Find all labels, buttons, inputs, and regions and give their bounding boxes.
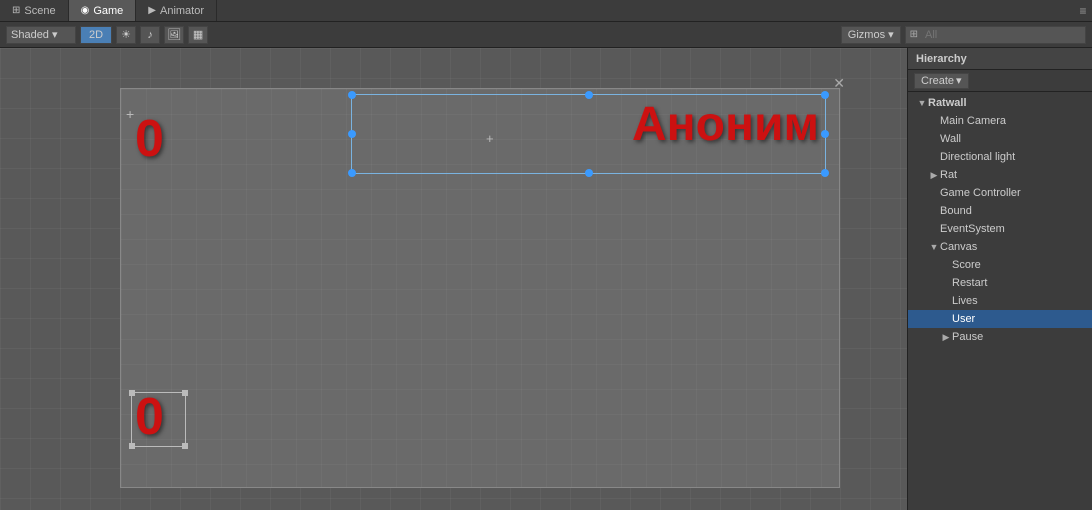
scene-toolbar: Shaded ▾ 2D ☀ ♪ 🖼 ▦ Gizmos ▾ ⊞ bbox=[0, 22, 1092, 48]
handle-middle-right[interactable] bbox=[821, 130, 829, 138]
handle-top-left[interactable] bbox=[348, 91, 356, 99]
tree-item-score[interactable]: Score bbox=[908, 256, 1092, 274]
game-content-area: 0 Аноним ✕ + 0 bbox=[120, 88, 840, 488]
collapse-button[interactable]: ≡ bbox=[1074, 0, 1092, 21]
ratwall-label: Ratwall bbox=[928, 97, 967, 109]
handle-top-right[interactable] bbox=[821, 91, 829, 99]
pause-label: Pause bbox=[952, 331, 983, 343]
small-selection-box[interactable] bbox=[131, 392, 186, 447]
small-handle-tr[interactable] bbox=[182, 390, 188, 396]
tab-bar: ⊞ Scene ◉ Game ▶ Animator ≡ bbox=[0, 0, 1092, 22]
shading-arrow: ▾ bbox=[52, 28, 58, 41]
handle-top-middle[interactable] bbox=[585, 91, 593, 99]
hierarchy-header: Hierarchy bbox=[908, 48, 1092, 70]
hierarchy-title: Hierarchy bbox=[916, 53, 967, 65]
search-container: ⊞ bbox=[905, 26, 1086, 44]
game-controller-label: Game Controller bbox=[940, 187, 1021, 199]
tree-item-event-system[interactable]: EventSystem bbox=[908, 220, 1092, 238]
scene-tab-icon: ⊞ bbox=[12, 5, 20, 16]
gizmos-dropdown[interactable]: Gizmos ▾ bbox=[841, 26, 901, 44]
create-button[interactable]: Create ▾ bbox=[914, 73, 969, 89]
selection-box[interactable]: ✕ bbox=[351, 94, 826, 174]
tree-item-game-controller[interactable]: Game Controller bbox=[908, 184, 1092, 202]
effects-toggle-button[interactable]: 🖼 bbox=[164, 26, 184, 44]
handle-bottom-left[interactable] bbox=[348, 169, 356, 177]
tree-item-ratwall[interactable]: ▼ Ratwall bbox=[908, 94, 1092, 112]
tree-item-lives[interactable]: Lives bbox=[908, 292, 1092, 310]
gizmos-label: Gizmos bbox=[848, 29, 885, 41]
rat-arrow: ▶ bbox=[928, 170, 940, 181]
game-tab-label: Game bbox=[93, 5, 123, 17]
pivot-cross: + bbox=[486, 131, 494, 146]
small-handle-bl[interactable] bbox=[129, 443, 135, 449]
animator-tab-icon: ▶ bbox=[148, 5, 156, 16]
restart-label: Restart bbox=[952, 277, 987, 289]
directional-light-label: Directional light bbox=[940, 151, 1015, 163]
hierarchy-toolbar: Create ▾ bbox=[908, 70, 1092, 92]
tree-item-restart[interactable]: Restart bbox=[908, 274, 1092, 292]
tree-item-directional-light[interactable]: Directional light bbox=[908, 148, 1092, 166]
scene-tab-label: Scene bbox=[24, 5, 55, 17]
animator-tab-label: Animator bbox=[160, 5, 204, 17]
canvas-label: Canvas bbox=[940, 241, 977, 253]
tree-item-main-camera[interactable]: Main Camera bbox=[908, 112, 1092, 130]
tab-animator[interactable]: ▶ Animator bbox=[136, 0, 217, 21]
2d-label: 2D bbox=[89, 29, 103, 41]
hierarchy-panel: Hierarchy Create ▾ ▼ Ratwall Main Camera… bbox=[907, 48, 1092, 510]
tree-item-pause[interactable]: ▶ Pause bbox=[908, 328, 1092, 346]
tree-item-user[interactable]: User bbox=[908, 310, 1092, 328]
small-handle-tl[interactable] bbox=[129, 390, 135, 396]
tree-item-canvas[interactable]: ▼ Canvas bbox=[908, 238, 1092, 256]
canvas-arrow: ▼ bbox=[928, 242, 940, 252]
create-label: Create bbox=[921, 75, 954, 87]
tree-item-wall[interactable]: Wall bbox=[908, 130, 1092, 148]
audio-toggle-button[interactable]: ♪ bbox=[140, 26, 160, 44]
bound-label: Bound bbox=[940, 205, 972, 217]
shading-dropdown[interactable]: Shaded ▾ bbox=[6, 26, 76, 44]
handle-bottom-middle[interactable] bbox=[585, 169, 593, 177]
tree-item-bound[interactable]: Bound bbox=[908, 202, 1092, 220]
hierarchy-tree: ▼ Ratwall Main Camera Wall Directional l… bbox=[908, 92, 1092, 510]
search-input[interactable] bbox=[921, 26, 1081, 44]
tab-scene[interactable]: ⊞ Scene bbox=[0, 0, 69, 21]
move-widget: + bbox=[126, 106, 134, 122]
handle-middle-left[interactable] bbox=[348, 130, 356, 138]
tree-item-rat[interactable]: ▶ Rat bbox=[908, 166, 1092, 184]
tab-game[interactable]: ◉ Game bbox=[69, 0, 137, 21]
game-tab-icon: ◉ bbox=[81, 5, 90, 16]
small-handle-br[interactable] bbox=[182, 443, 188, 449]
gizmos-arrow: ▾ bbox=[888, 28, 894, 41]
event-system-label: EventSystem bbox=[940, 223, 1005, 235]
score-label: Score bbox=[952, 259, 981, 271]
wall-label: Wall bbox=[940, 133, 961, 145]
scene-viewport[interactable]: 0 Аноним ✕ + 0 bbox=[0, 48, 907, 510]
search-prefix-icon: ⊞ bbox=[910, 29, 918, 40]
score-top-label: 0 bbox=[135, 109, 164, 169]
shading-label: Shaded bbox=[11, 29, 49, 41]
main-area: 0 Аноним ✕ + 0 bbox=[0, 48, 1092, 510]
user-label: User bbox=[952, 313, 975, 325]
light-toggle-button[interactable]: ☀ bbox=[116, 26, 136, 44]
2d-button[interactable]: 2D bbox=[80, 26, 112, 44]
ratwall-arrow: ▼ bbox=[916, 98, 928, 108]
overlay-toggle-button[interactable]: ▦ bbox=[188, 26, 208, 44]
main-camera-label: Main Camera bbox=[940, 115, 1006, 127]
pause-arrow: ▶ bbox=[940, 332, 952, 343]
handle-bottom-right[interactable] bbox=[821, 169, 829, 177]
create-arrow: ▾ bbox=[956, 74, 962, 87]
rotate-handle[interactable]: ✕ bbox=[833, 75, 845, 92]
lives-label: Lives bbox=[952, 295, 978, 307]
rat-label: Rat bbox=[940, 169, 957, 181]
